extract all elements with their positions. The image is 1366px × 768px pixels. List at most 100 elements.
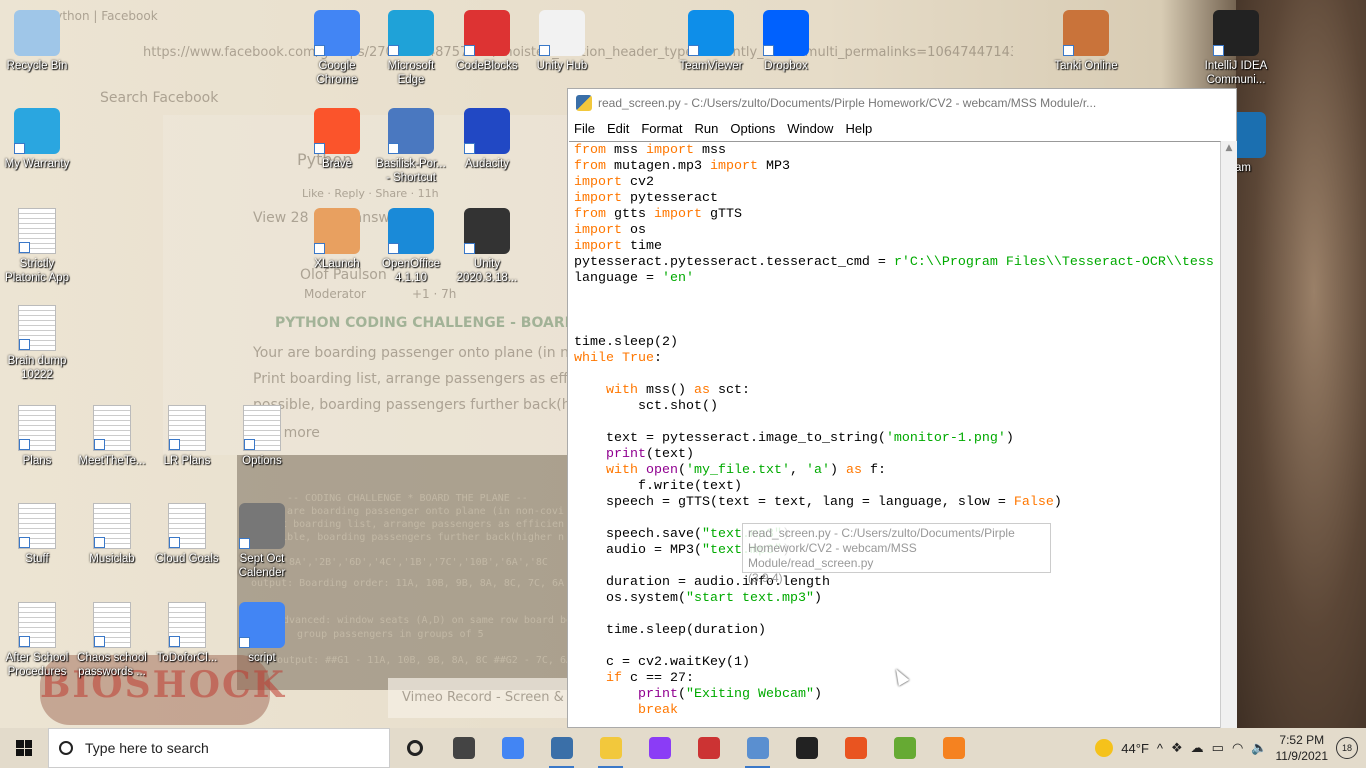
menu-help[interactable]: Help: [839, 121, 878, 136]
code-token: import: [574, 223, 622, 238]
desktop-icon[interactable]: My Warranty: [0, 108, 74, 171]
taskbar-ubuntu[interactable]: [831, 728, 880, 768]
code-token: 'a': [805, 463, 830, 478]
code-token: import: [646, 143, 694, 158]
desktop-icon[interactable]: Plans: [0, 405, 74, 468]
desktop-icon[interactable]: MeetTheTe...: [75, 405, 149, 468]
dropbox-icon: [763, 10, 809, 56]
desktop-icon[interactable]: CodeBlocks: [450, 10, 524, 73]
document-icon: [18, 305, 56, 351]
desktop-icon[interactable]: Tanki Online: [1049, 10, 1123, 73]
menu-run[interactable]: Run: [689, 121, 725, 136]
menu-edit[interactable]: Edit: [601, 121, 635, 136]
desktop-icon[interactable]: Sept Oct Calender: [225, 503, 299, 580]
code-token: print: [606, 447, 646, 462]
shortcut-arrow-icon: [19, 439, 30, 450]
desktop-icon[interactable]: TeamViewer: [674, 10, 748, 73]
desktop-icon[interactable]: Strictly Platonic App: [0, 208, 74, 285]
code-token: gtts: [606, 207, 654, 222]
basilisk-icon: [388, 108, 434, 154]
desktop-icon[interactable]: Dropbox: [749, 10, 823, 73]
taskbar-cortana[interactable]: [390, 728, 439, 768]
desktop-icon[interactable]: Unity 2020.3.18...: [450, 208, 524, 285]
desktop-icon[interactable]: XLaunch: [300, 208, 374, 271]
code-line: time.sleep(2): [574, 335, 1220, 351]
code-line: text = pytesseract.image_to_string('moni…: [574, 431, 1220, 447]
desktop-icon[interactable]: Recycle Bin: [0, 10, 74, 73]
clock[interactable]: 7:52 PM 11/9/2021: [1276, 732, 1329, 764]
taskbar-messenger[interactable]: [635, 728, 684, 768]
editor-titlebar[interactable]: read_screen.py - C:/Users/zulto/Document…: [568, 89, 1236, 117]
taskbar-xlaunch[interactable]: [782, 728, 831, 768]
start-button[interactable]: [0, 728, 48, 768]
code-token: import: [574, 191, 622, 206]
desktop-icon[interactable]: Chaos school passwords ...: [75, 602, 149, 679]
notification-center-button[interactable]: 18: [1336, 737, 1358, 759]
vertical-scrollbar[interactable]: ▲: [1221, 141, 1237, 729]
desktop-icon-label: Brain dump 10222: [7, 355, 67, 381]
shortcut-arrow-icon: [244, 439, 255, 450]
desktop-icon-label: TeamViewer: [679, 60, 743, 72]
desktop-icon[interactable]: Google Chrome: [300, 10, 374, 87]
desktop-icon[interactable]: After School Procedures: [0, 602, 74, 679]
code-token: mss: [606, 143, 646, 158]
code-text-area[interactable]: from mss import mss from mutagen.mp3 impo…: [569, 141, 1221, 729]
desktop-icon[interactable]: Basilisk-Por... - Shortcut: [374, 108, 448, 185]
taskbar-python-file[interactable]: [733, 728, 782, 768]
shortcut-arrow-icon: [539, 45, 550, 56]
code-token: print: [638, 687, 678, 702]
dropbox-tray-icon[interactable]: ❖: [1171, 740, 1183, 756]
volume-icon[interactable]: 🔈: [1251, 740, 1267, 756]
author-role: Moderator: [304, 287, 366, 301]
taskbar-winrar[interactable]: [880, 728, 929, 768]
desktop-icon[interactable]: Stuff: [0, 503, 74, 566]
desktop-icon[interactable]: Musiclab: [75, 503, 149, 566]
desktop-icon[interactable]: ToDoforCl...: [150, 602, 224, 665]
scroll-up-icon[interactable]: ▲: [1221, 143, 1237, 153]
taskbar-file-explorer[interactable]: [586, 728, 635, 768]
wifi-icon[interactable]: ◠: [1232, 740, 1243, 756]
desktop-icon[interactable]: IntelliJ IDEA Communi...: [1199, 10, 1273, 87]
post-line: Print boarding list, arrange passengers …: [253, 371, 593, 387]
taskbar-sublime-text[interactable]: [929, 728, 978, 768]
desktop-icon[interactable]: Unity Hub: [525, 10, 599, 73]
desktop-icon-label: OpenOffice 4.1.10: [382, 258, 440, 284]
taskbar-task-view[interactable]: [439, 728, 488, 768]
idle-editor-window[interactable]: read_screen.py - C:/Users/zulto/Document…: [567, 88, 1237, 729]
desktop-icon[interactable]: Audacity: [450, 108, 524, 171]
battery-icon[interactable]: ▭: [1212, 740, 1224, 756]
text-file-icon: [93, 602, 131, 648]
desktop-icon[interactable]: OpenOffice 4.1.10: [374, 208, 448, 285]
menu-options[interactable]: Options: [724, 121, 781, 136]
onedrive-icon[interactable]: ☁: [1191, 740, 1204, 756]
desktop-icon[interactable]: LR Plans: [150, 405, 224, 468]
text-file-icon: [93, 503, 131, 549]
desktop-icon[interactable]: Brain dump 10222: [0, 305, 74, 382]
menu-format[interactable]: Format: [635, 121, 688, 136]
show-hidden-icons[interactable]: ^: [1157, 741, 1163, 756]
menu-window[interactable]: Window: [781, 121, 839, 136]
desktop-icon[interactable]: script: [225, 602, 299, 665]
taskbar-python-idle[interactable]: [537, 728, 586, 768]
post-line: possible, boarding passengers further ba…: [253, 397, 593, 413]
taskbar-chrome[interactable]: [488, 728, 537, 768]
weather-temp[interactable]: 44°F: [1121, 741, 1149, 756]
desktop-icon-label: Recycle Bin: [6, 60, 68, 72]
desktop-icon[interactable]: Microsoft Edge: [374, 10, 448, 87]
taskbar-filezilla[interactable]: [684, 728, 733, 768]
teamviewer-icon: [688, 10, 734, 56]
code-line: print(text): [574, 447, 1220, 463]
shortcut-arrow-icon: [763, 45, 774, 56]
audacity-icon: [464, 108, 510, 154]
tanki-online-icon: [1063, 10, 1109, 56]
menu-file[interactable]: File: [568, 121, 601, 136]
desktop-icon[interactable]: Brave: [300, 108, 374, 171]
desktop-icon[interactable]: Options: [225, 405, 299, 468]
weather-icon[interactable]: [1095, 739, 1114, 757]
code-token: with: [606, 383, 638, 398]
taskbar-search[interactable]: Type here to search: [48, 728, 390, 768]
python-file-icon: [746, 737, 769, 759]
desktop-icon[interactable]: Cloud Goals: [150, 503, 224, 566]
